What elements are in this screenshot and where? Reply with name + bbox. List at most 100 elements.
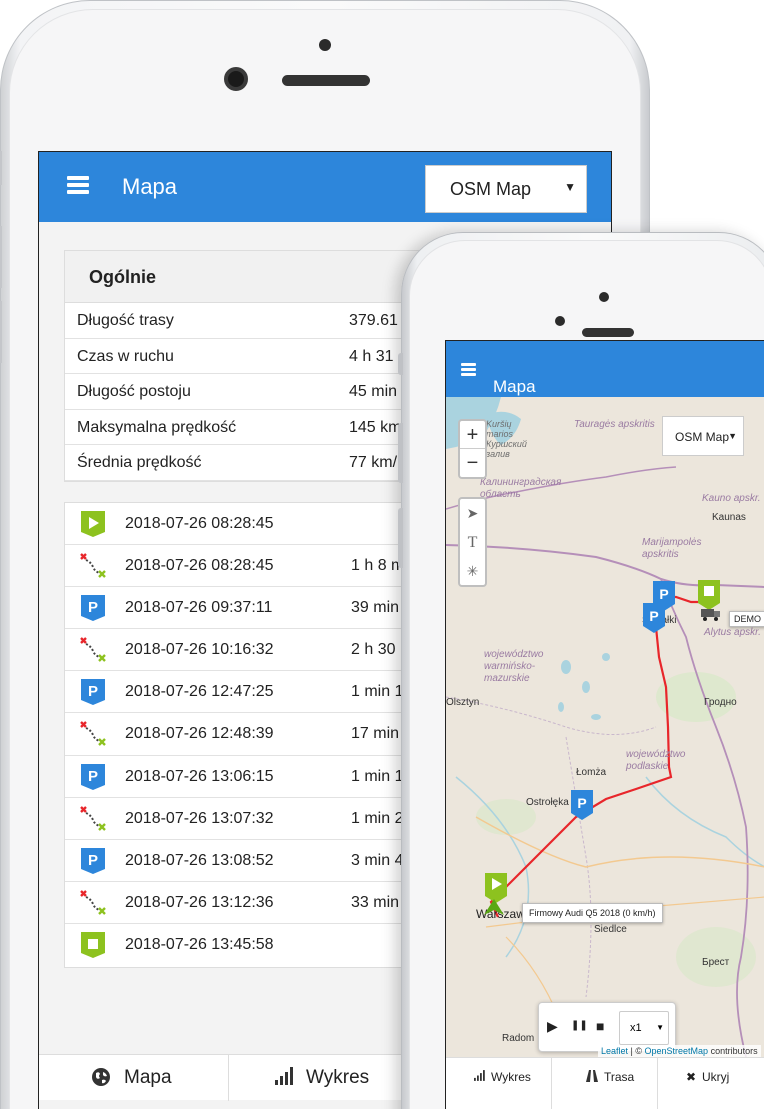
event-duration: 2 h 30 [351,641,396,659]
map-label-kaunas-region: Kauno apskr. [702,493,761,504]
tab-wykres[interactable]: Wykres [229,1055,429,1101]
map-label-podlaskie: województwo podlaskie [626,749,686,772]
vehicle-icon[interactable] [482,897,506,917]
zoom-out-button[interactable]: − [460,449,485,477]
summary-row-label: Długość postoju [77,383,191,400]
parking-icon: P [79,678,107,706]
volume-down-button [0,301,2,363]
parking-marker[interactable]: P [570,789,596,821]
map-label-grodno: Гродно [704,697,737,708]
leaflet-link[interactable]: Leaflet [601,1046,628,1056]
snowflake-icon[interactable]: ✳ [460,557,485,586]
tab-wykres-front-label: Wykres [491,1070,531,1084]
mute-switch [0,151,2,185]
parking-marker[interactable]: P [642,602,668,634]
map-label-olsztyn: Olsztyn [446,697,480,708]
event-duration: 1 min 1 [351,767,404,785]
front-volume-up-button [398,423,403,483]
earpiece-speaker [282,75,370,86]
map-label-warmia: województwo warmińsko-mazurskie [484,649,544,684]
draw-toolbar: ➤ T ✳ [458,497,487,587]
summary-row-label: Średnia prędkość [77,454,202,471]
tab-wykres-label: Wykres [306,1067,370,1088]
summary-row-value: 145 km [349,418,402,436]
map-label-alytus: Alytus apskr. [704,627,761,638]
front-menu-icon[interactable] [461,363,476,377]
text-tool-icon[interactable]: T [460,528,485,557]
attribution-separator: | © [628,1046,645,1056]
front-phone-screen: Mapa Tauragės apskritis Kuršių marios Ку… [445,340,764,1109]
front-map-layer-value: OSM Map [675,430,730,444]
front-app-bar: Mapa [446,341,764,397]
map-label-taurages: Tauragės apskritis [574,419,655,430]
svg-text:P: P [649,608,658,624]
tab-trasa[interactable]: Trasa [552,1058,658,1109]
front-camera [224,67,248,91]
tab-wykres-front[interactable]: Wykres [446,1058,552,1109]
route-segment-icon [79,636,107,664]
vehicle-tooltip: Firmowy Audi Q5 2018 (0 km/h) [522,903,663,923]
event-duration: 17 min [351,725,400,743]
summary-row-value: 45 min [349,383,398,400]
close-icon: ✖ [686,1070,697,1084]
tab-trasa-label: Trasa [604,1070,635,1084]
tab-ukryj[interactable]: ✖ Ukryj [658,1058,764,1109]
front-page-title: Mapa [493,377,536,396]
route-segment-icon [79,720,107,748]
map-label-ostroleka: Ostrołęka [526,797,569,808]
globe-icon [91,1067,111,1092]
tab-mapa[interactable]: Mapa [39,1055,229,1101]
event-duration: 39 min [351,598,400,616]
map-attribution: Leaflet | © OpenStreetMap contributors [598,1045,761,1057]
tab-mapa-label: Mapa [124,1067,172,1088]
front-proximity-sensor [555,316,565,326]
stop-icon[interactable]: ■ [596,1018,604,1034]
navigate-arrow-icon[interactable]: ➤ [460,499,485,528]
front-volume-down-button [398,508,403,568]
map-layer-select[interactable]: OSM Map ▼ [425,165,587,213]
tab-ukryj-label: Ukryj [702,1070,730,1084]
attribution-contributors: contributors [708,1046,758,1056]
event-duration: 1 min 1 [351,683,404,701]
speed-select[interactable]: x1 ▼ [619,1011,669,1045]
front-earpiece-speaker [582,328,634,337]
event-duration: 1 min 2 [351,809,404,827]
front-mute-switch [398,353,403,375]
summary-row-value: 77 km/ [349,454,398,471]
event-timestamp: 2018-07-26 08:28:45 [125,556,274,574]
play-icon[interactable]: ▶ [547,1018,558,1035]
summary-row-label: Maksymalna prędkość [77,418,237,436]
summary-row-label: Czas w ruchu [77,347,174,365]
app-bar: Mapa OSM Map ▼ [39,152,611,222]
page-title: Mapa [122,174,178,199]
event-timestamp: 2018-07-26 12:48:39 [125,725,274,743]
menu-icon[interactable] [67,176,89,194]
truck-icon[interactable] [700,607,722,621]
event-timestamp: 2018-07-26 13:45:58 [125,936,274,954]
event-timestamp: 2018-07-26 13:08:52 [125,852,274,869]
svg-text:P: P [88,768,98,785]
map-label-lagoon: Kuršių marios Куршский залив [486,419,527,459]
event-duration: 1 h 8 m [351,556,405,574]
map-label-kaunas: Kaunas [712,512,746,523]
event-timestamp: 2018-07-26 13:12:36 [125,894,274,912]
signal-bars-icon [474,1070,486,1084]
zoom-control: + − [458,419,487,479]
osm-link[interactable]: OpenStreetMap [645,1046,709,1056]
event-timestamp: 2018-07-26 12:47:25 [125,683,274,701]
summary-row-value: 379.61 [349,312,398,329]
volume-up-button [0,226,2,288]
vehicle-tag: DEMO [729,611,764,627]
road-icon [586,1070,598,1085]
svg-text:P: P [88,852,98,869]
map-label-lomza: Łomża [576,767,607,778]
route-segment-icon [79,889,107,917]
pause-icon[interactable]: ❚❚ [571,1020,588,1031]
map-view[interactable]: Tauragės apskritis Kuršių marios Куршски… [446,397,764,1057]
svg-text:P: P [88,599,98,616]
front-map-layer-select[interactable]: OSM Map ▼ [662,416,744,456]
summary-row-label: Długość trasy [77,312,174,329]
zoom-in-button[interactable]: + [460,421,485,449]
route-segment-icon [79,805,107,833]
map-label-kaliningrad: Калининградская область [480,477,562,500]
